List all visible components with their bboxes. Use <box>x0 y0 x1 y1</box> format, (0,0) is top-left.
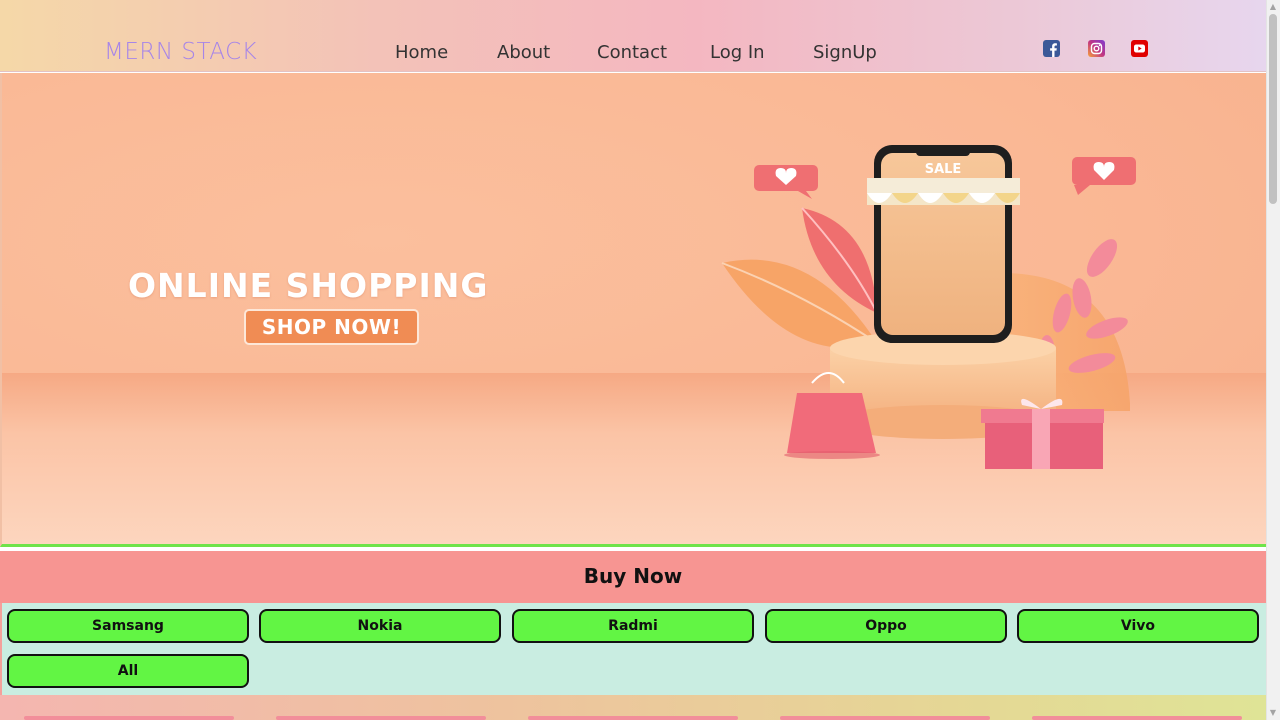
youtube-icon[interactable] <box>1131 40 1148 57</box>
brand-button-nokia[interactable]: Nokia <box>259 609 501 643</box>
instagram-icon[interactable] <box>1088 40 1105 57</box>
product-card[interactable] <box>276 716 486 720</box>
navbar: MERN STACK Home About Contact Log In Sig… <box>0 0 1266 72</box>
brand-button-vivo[interactable]: Vivo <box>1017 609 1259 643</box>
shopping-illustration: SALE <box>721 145 1136 469</box>
scroll-up-icon[interactable]: ▲ <box>1269 3 1277 11</box>
nav-about-link[interactable]: About <box>497 41 550 65</box>
brand-button-all[interactable]: All <box>7 654 249 688</box>
scroll-down-icon[interactable]: ▼ <box>1269 709 1277 717</box>
nav-signup-link[interactable]: SignUp <box>813 41 877 65</box>
brand-button-samsang[interactable]: Samsang <box>7 609 249 643</box>
nav-contact-link[interactable]: Contact <box>597 41 667 65</box>
page: MERN STACK Home About Contact Log In Sig… <box>0 0 1266 720</box>
product-card[interactable] <box>528 716 738 720</box>
brand-button-radmi[interactable]: Radmi <box>512 609 754 643</box>
product-card[interactable] <box>24 716 234 720</box>
product-card[interactable] <box>1032 716 1242 720</box>
nav-home-link[interactable]: Home <box>395 41 448 65</box>
nav-login-link[interactable]: Log In <box>710 41 765 65</box>
facebook-icon[interactable] <box>1043 40 1060 57</box>
brand-logo[interactable]: MERN STACK <box>104 38 257 66</box>
buy-now-title: Buy Now <box>583 564 683 588</box>
brand-button-oppo[interactable]: Oppo <box>765 609 1007 643</box>
product-card[interactable] <box>780 716 990 720</box>
hero-banner: ONLINE SHOPPING SHOP NOW! SALE <box>0 73 1266 547</box>
sale-label: SALE <box>925 162 962 177</box>
shop-now-button[interactable]: SHOP NOW! <box>244 309 419 345</box>
hero-title: ONLINE SHOPPING <box>128 266 489 305</box>
scroll-thumb[interactable] <box>1269 14 1277 204</box>
